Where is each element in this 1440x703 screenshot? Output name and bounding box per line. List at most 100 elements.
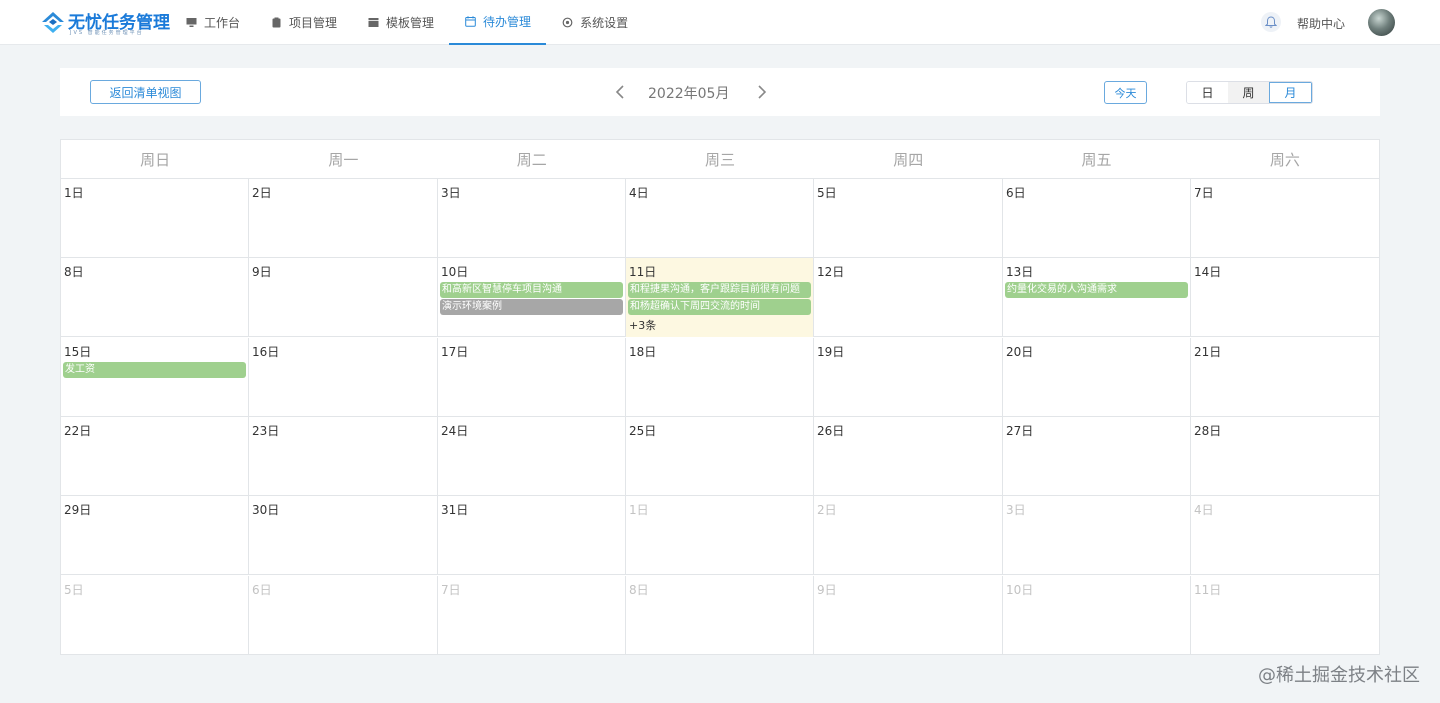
more-events-link[interactable]: +3条 <box>629 317 656 333</box>
calendar-day-cell[interactable]: 9日 <box>249 258 438 337</box>
calendar-week-row: 1日 2日 3日 4日 5日 6日 7日 <box>61 179 1379 258</box>
calendar-day-cell[interactable]: 23日 <box>249 417 438 496</box>
calendar-day-cell[interactable]: 4日 <box>1191 496 1379 575</box>
calendar-day-cell[interactable]: 5日 <box>61 576 249 655</box>
calendar-day-cell[interactable]: 27日 <box>1003 417 1191 496</box>
nav-item-templates[interactable]: 模板管理 <box>352 0 449 45</box>
weekday-header: 周日 周一 周二 周三 周四 周五 周六 <box>61 140 1379 179</box>
nav-item-projects[interactable]: 项目管理 <box>255 0 352 45</box>
weekday-label: 周六 <box>1269 150 1300 169</box>
nav-item-todos[interactable]: 待办管理 <box>449 0 547 45</box>
calendar-week-row: 5日 6日 7日 8日 9日 10日 11日 <box>61 576 1379 655</box>
calendar-day-cell[interactable]: 10日和高新区智慧停车项目沟通 演示环境案例 <box>438 258 626 337</box>
calendar-day-cell[interactable]: 30日 <box>249 496 438 575</box>
day-number: 5日 <box>64 583 84 597</box>
calendar-day-cell-today[interactable]: 11日和程捷果沟通，客户跟踪目前很有问题 和杨超确认下周四交流的时间 +3条 <box>626 258 814 337</box>
day-number: 13日 <box>1006 265 1034 279</box>
calendar-day-cell[interactable]: 7日 <box>1191 179 1379 258</box>
calendar-day-cell[interactable]: 31日 <box>438 496 626 575</box>
next-month-button[interactable] <box>752 82 772 102</box>
nav-item-label: 模板管理 <box>386 16 435 30</box>
weekday-label: 周四 <box>893 150 924 169</box>
today-button[interactable]: 今天 <box>1104 81 1147 104</box>
calendar-day-cell[interactable]: 16日 <box>249 338 438 417</box>
day-number: 21日 <box>1194 345 1222 359</box>
calendar-day-cell[interactable]: 5日 <box>814 179 1003 258</box>
notification-button[interactable] <box>1261 12 1281 32</box>
calendar-day-cell[interactable]: 1日 <box>626 496 814 575</box>
calendar-day-cell[interactable]: 20日 <box>1003 338 1191 417</box>
nav-item-settings[interactable]: 系统设置 <box>546 0 643 45</box>
calendar-day-cell[interactable]: 29日 <box>61 496 249 575</box>
calendar-day-cell[interactable]: 24日 <box>438 417 626 496</box>
calendar-event[interactable]: 和高新区智慧停车项目沟通 <box>440 282 623 298</box>
previous-month-button[interactable] <box>610 82 630 102</box>
calendar-event[interactable]: 发工资 <box>63 362 246 378</box>
calendar-event[interactable]: 和杨超确认下周四交流的时间 <box>628 299 811 315</box>
nav-item-workbench[interactable]: 工作台 <box>170 0 255 45</box>
watermark-text: @稀土掘金技术社区 <box>1258 665 1420 686</box>
view-week-button[interactable]: 周 <box>1228 82 1269 103</box>
nav-item-label: 工作台 <box>204 16 241 30</box>
calendar-day-cell[interactable]: 26日 <box>814 417 1003 496</box>
calendar-day-cell[interactable]: 10日 <box>1003 576 1191 655</box>
day-number: 8日 <box>64 265 84 279</box>
calendar-day-cell[interactable]: 8日 <box>626 576 814 655</box>
calendar-day-cell[interactable]: 6日 <box>249 576 438 655</box>
calendar-day-cell[interactable]: 7日 <box>438 576 626 655</box>
calendar-day-cell[interactable]: 15日 发工资 <box>61 338 249 417</box>
chevron-right-icon <box>758 85 767 99</box>
calendar-day-cell[interactable]: 17日 <box>438 338 626 417</box>
day-number: 28日 <box>1194 424 1222 438</box>
calendar-day-cell[interactable]: 11日 <box>1191 576 1379 655</box>
day-number: 11日 <box>629 265 657 279</box>
calendar-day-cell[interactable]: 19日 <box>814 338 1003 417</box>
calendar-day-cell[interactable]: 22日 <box>61 417 249 496</box>
calendar-day-cell[interactable]: 2日 <box>249 179 438 258</box>
calendar-day-cell[interactable]: 18日 <box>626 338 814 417</box>
weekday-label: 周日 <box>140 150 171 169</box>
calendar-day-cell[interactable]: 8日 <box>61 258 249 337</box>
calendar-event[interactable]: 和程捷果沟通，客户跟踪目前很有问题 <box>628 282 811 298</box>
day-number: 29日 <box>64 503 92 517</box>
calendar-day-cell[interactable]: 12日 <box>814 258 1003 337</box>
day-number: 23日 <box>252 424 280 438</box>
calendar-day-cell[interactable]: 14日 <box>1191 258 1379 337</box>
calendar-day-cell[interactable]: 4日 <box>626 179 814 258</box>
calendar-day-cell[interactable]: 9日 <box>814 576 1003 655</box>
day-number: 19日 <box>817 345 845 359</box>
calendar-day-cell[interactable]: 1日 <box>61 179 249 258</box>
calendar-day-cell[interactable]: 2日 <box>814 496 1003 575</box>
day-number: 3日 <box>1006 503 1026 517</box>
view-month-button[interactable]: 月 <box>1269 82 1312 103</box>
back-to-list-button[interactable]: 返回清单视图 <box>90 80 201 104</box>
calendar-day-cell[interactable]: 28日 <box>1191 417 1379 496</box>
calendar-day-cell[interactable]: 21日 <box>1191 338 1379 417</box>
day-number: 4日 <box>1194 503 1214 517</box>
calendar-week-row: 15日 发工资 16日 17日 18日 19日 20日 21日 <box>61 338 1379 417</box>
calendar-event[interactable]: 约量化交易的人沟通需求 <box>1005 282 1188 298</box>
calendar-day-cell[interactable]: 6日 <box>1003 179 1191 258</box>
app-logo[interactable]: 无忧任务管理 JVS 智能任务管理平台 <box>40 8 170 38</box>
day-number: 10日 <box>441 265 469 279</box>
day-number: 27日 <box>1006 424 1034 438</box>
calendar-day-cell[interactable]: 3日 <box>438 179 626 258</box>
user-avatar[interactable] <box>1368 9 1395 36</box>
clipboard-icon <box>270 16 283 29</box>
calendar-day-cell[interactable]: 13日约量化交易的人沟通需求 <box>1003 258 1191 337</box>
gear-icon <box>561 16 574 29</box>
help-center-link[interactable]: 帮助中心 <box>1297 15 1345 32</box>
view-day-button[interactable]: 日 <box>1187 82 1228 103</box>
day-number: 24日 <box>441 424 469 438</box>
calendar-day-cell[interactable]: 25日 <box>626 417 814 496</box>
month-navigator: 2022年05月 <box>610 78 770 106</box>
logo-subtitle: JVS 智能任务管理平台 <box>70 30 144 36</box>
calendar-event[interactable]: 演示环境案例 <box>440 299 623 315</box>
day-number: 20日 <box>1006 345 1034 359</box>
template-icon <box>367 16 380 29</box>
day-number: 11日 <box>1194 583 1222 597</box>
view-switcher: 日 周 月 <box>1186 81 1313 104</box>
day-number: 2日 <box>817 503 837 517</box>
calendar-day-cell[interactable]: 3日 <box>1003 496 1191 575</box>
weekday-label: 周二 <box>516 150 547 169</box>
